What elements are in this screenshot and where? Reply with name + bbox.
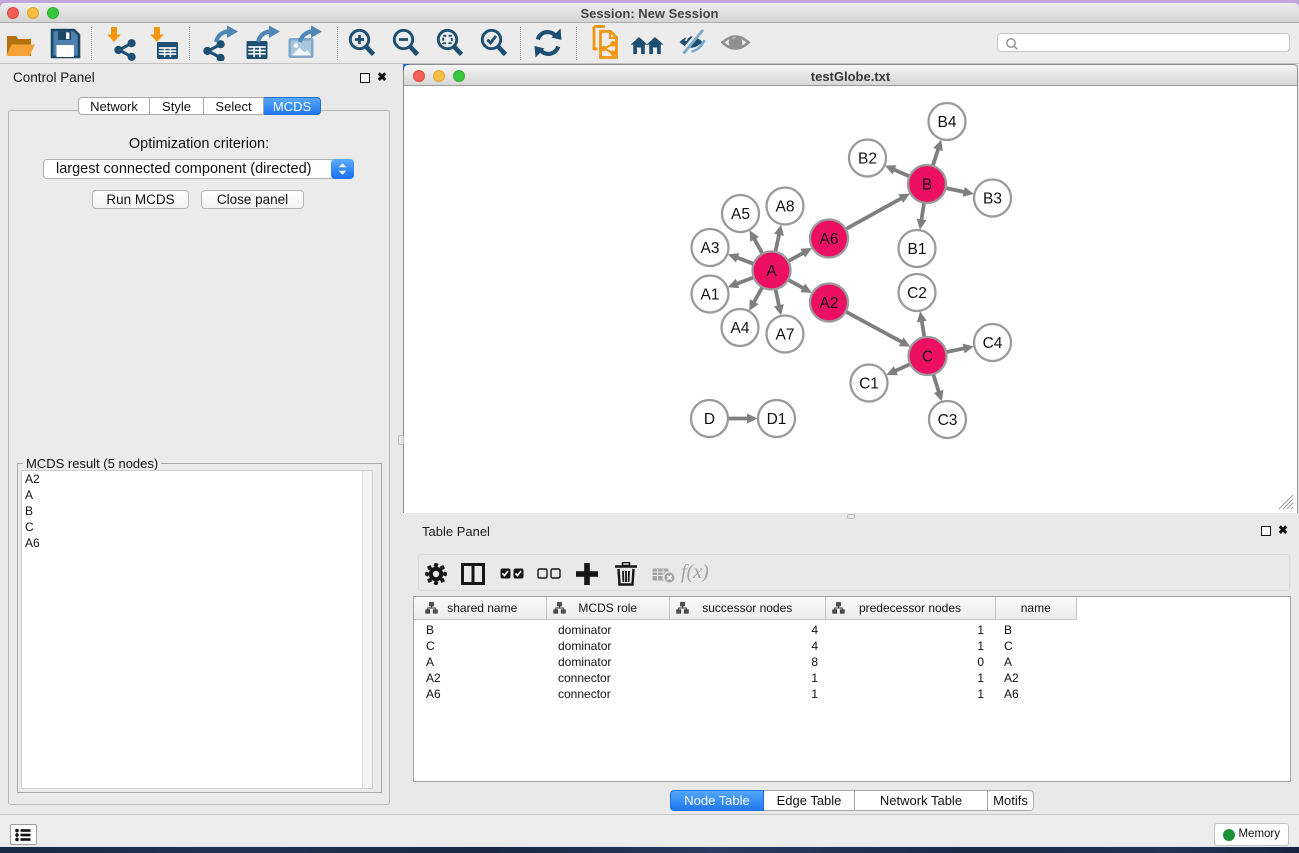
svg-text:D1: D1 (767, 411, 787, 428)
svg-text:A6: A6 (820, 231, 839, 248)
svg-text:C4: C4 (983, 335, 1003, 352)
svg-text:B3: B3 (983, 191, 1002, 208)
svg-text:A5: A5 (731, 206, 750, 223)
svg-text:A7: A7 (776, 327, 795, 344)
svg-text:A1: A1 (701, 287, 720, 304)
svg-text:C3: C3 (938, 412, 958, 429)
svg-text:B: B (922, 177, 932, 194)
svg-text:C: C (922, 349, 933, 366)
svg-text:D: D (704, 411, 715, 428)
svg-text:A4: A4 (731, 320, 750, 337)
svg-text:B2: B2 (858, 151, 877, 168)
svg-text:A2: A2 (820, 295, 839, 312)
svg-text:A3: A3 (701, 240, 720, 257)
svg-text:B1: B1 (908, 241, 927, 258)
svg-text:B4: B4 (938, 114, 957, 131)
svg-text:A: A (766, 263, 777, 280)
svg-text:A8: A8 (776, 199, 795, 216)
svg-text:C1: C1 (859, 376, 879, 393)
svg-text:C2: C2 (907, 285, 927, 302)
